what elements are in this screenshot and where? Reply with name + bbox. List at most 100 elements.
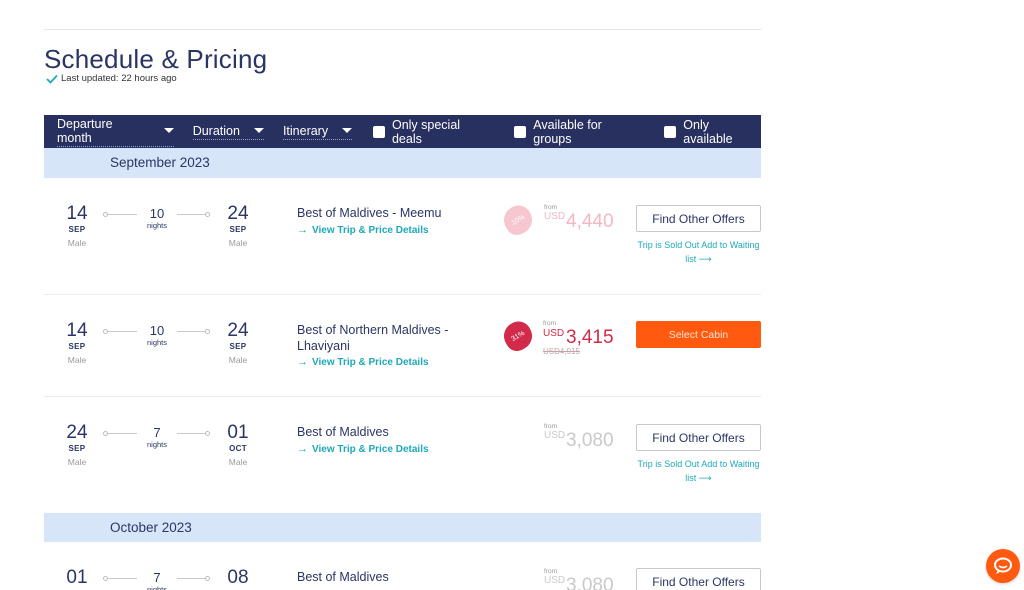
price-currency: USD xyxy=(544,430,566,441)
trip-name: Best of Northern Maldives - Lhaviyani xyxy=(297,323,449,353)
price-value: 4,440 xyxy=(566,211,614,232)
duration-dropdown[interactable]: Duration xyxy=(192,123,264,140)
find-other-offers-button[interactable]: Find Other Offers xyxy=(636,568,761,590)
row-divider xyxy=(44,396,761,397)
start-month: SEP xyxy=(68,342,86,351)
end-city: Male xyxy=(228,457,248,467)
chevron-down-icon xyxy=(342,128,353,133)
start-month: SEP xyxy=(68,444,86,453)
duration-dot xyxy=(205,329,210,334)
checkbox-box[interactable] xyxy=(664,125,677,138)
view-trip-details-link[interactable]: → View Trip & Price Details xyxy=(297,443,429,455)
price-value: 3,415 xyxy=(566,327,614,348)
departure-month-dropdown[interactable]: Departure month xyxy=(57,117,174,147)
nights-label: nights xyxy=(146,338,167,347)
chat-button[interactable] xyxy=(986,549,1020,583)
duration-dot xyxy=(103,212,108,217)
view-trip-details-label: View Trip & Price Details xyxy=(312,356,429,368)
end-month: OCT xyxy=(229,444,247,453)
price-from-label: from xyxy=(544,204,557,211)
original-price: USD4,915 xyxy=(543,347,580,356)
duration-label: Duration xyxy=(192,123,240,138)
add-to-waiting-list-link[interactable]: Trip is Sold Out Add to Waiting list ⟶ xyxy=(636,457,761,485)
start-day: 14 xyxy=(66,203,88,224)
discount-badge: 31% xyxy=(498,316,538,356)
arrow-right-icon: ⟶ xyxy=(698,473,712,483)
start-city: Male xyxy=(67,238,87,248)
chevron-down-icon xyxy=(253,128,264,133)
arrow-right-icon: → xyxy=(297,356,308,368)
only-special-deals-checkbox[interactable]: Only special deals xyxy=(373,118,492,146)
add-to-waiting-list-link[interactable]: Trip is Sold Out Add to Waiting list ⟶ xyxy=(636,238,761,266)
available-for-groups-checkbox[interactable]: Available for groups xyxy=(514,118,642,146)
price-value: 3,080 xyxy=(566,430,614,451)
price-from-label: from xyxy=(543,320,556,327)
nights-label: nights xyxy=(146,585,167,590)
arrow-right-icon: → xyxy=(297,224,308,236)
duration-dot xyxy=(205,576,210,581)
select-cabin-button[interactable]: Select Cabin xyxy=(636,321,761,348)
arrow-right-icon: → xyxy=(297,443,308,455)
find-other-offers-button[interactable]: Find Other Offers xyxy=(636,424,761,451)
duration-dot xyxy=(103,329,108,334)
nights-count: 7 xyxy=(137,570,177,585)
start-city: Male xyxy=(67,457,87,467)
duration-dot xyxy=(103,431,108,436)
top-divider xyxy=(44,29,761,30)
discount-badge: 10% xyxy=(498,200,538,240)
available-for-groups-label: Available for groups xyxy=(533,117,602,146)
trip-name: Best of Maldives xyxy=(297,570,389,584)
price-currency: USD xyxy=(543,328,565,339)
price-from-label: from xyxy=(544,423,557,430)
departure-month-label: Departure month xyxy=(57,116,113,145)
start-day: 24 xyxy=(66,422,88,443)
end-day: 24 xyxy=(227,320,249,341)
view-trip-details-link[interactable]: → View Trip & Price Details xyxy=(297,224,429,236)
end-day: 01 xyxy=(227,422,249,443)
checkbox-box[interactable] xyxy=(514,125,527,138)
row-divider xyxy=(44,294,761,295)
end-day: 08 xyxy=(227,567,249,588)
price-value: 3,080 xyxy=(566,575,614,590)
only-available-label: Only available xyxy=(683,117,733,146)
last-updated: Last updated: 22 hours ago xyxy=(46,73,177,84)
end-city: Male xyxy=(228,238,248,248)
check-icon xyxy=(46,74,58,84)
month-header-september: September 2023 xyxy=(44,148,761,178)
duration-dot xyxy=(205,212,210,217)
discount-badge-text: 10% xyxy=(510,213,526,227)
start-day: 14 xyxy=(66,320,88,341)
find-other-offers-button[interactable]: Find Other Offers xyxy=(636,205,761,232)
only-available-checkbox[interactable]: Only available xyxy=(664,118,761,146)
only-special-deals-label: Only special deals xyxy=(391,117,461,146)
chat-icon xyxy=(994,557,1012,574)
trip-name: Best of Maldives xyxy=(297,425,389,439)
duration-dot xyxy=(205,431,210,436)
end-day: 24 xyxy=(227,203,249,224)
duration-dot xyxy=(103,576,108,581)
view-trip-details-link[interactable]: → View Trip & Price Details xyxy=(297,356,429,368)
price-from-label: from xyxy=(544,568,557,575)
nights-count: 10 xyxy=(137,323,177,338)
nights-count: 7 xyxy=(137,425,177,440)
filter-bar: Departure month Duration Itinerary Only … xyxy=(44,115,761,148)
itinerary-label: Itinerary xyxy=(282,123,329,138)
start-day: 01 xyxy=(66,567,88,588)
checkbox-box[interactable] xyxy=(373,125,385,138)
price-currency: USD xyxy=(544,211,566,222)
chevron-down-icon xyxy=(163,128,174,133)
nights-label: nights xyxy=(146,221,167,230)
page-title: Schedule & Pricing xyxy=(44,44,268,74)
view-trip-details-label: View Trip & Price Details xyxy=(312,224,429,236)
nights-label: nights xyxy=(146,440,167,449)
itinerary-dropdown[interactable]: Itinerary xyxy=(282,123,353,140)
trip-name: Best of Maldives - Meemu xyxy=(297,206,442,220)
arrow-right-icon: ⟶ xyxy=(698,254,712,264)
month-header-october: October 2023 xyxy=(44,513,761,542)
start-month: SEP xyxy=(68,225,86,234)
start-city: Male xyxy=(67,355,87,365)
end-month: SEP xyxy=(229,225,247,234)
discount-badge-text: 31% xyxy=(510,329,526,343)
last-updated-text: Last updated: 22 hours ago xyxy=(61,73,177,84)
nights-count: 10 xyxy=(137,206,177,221)
